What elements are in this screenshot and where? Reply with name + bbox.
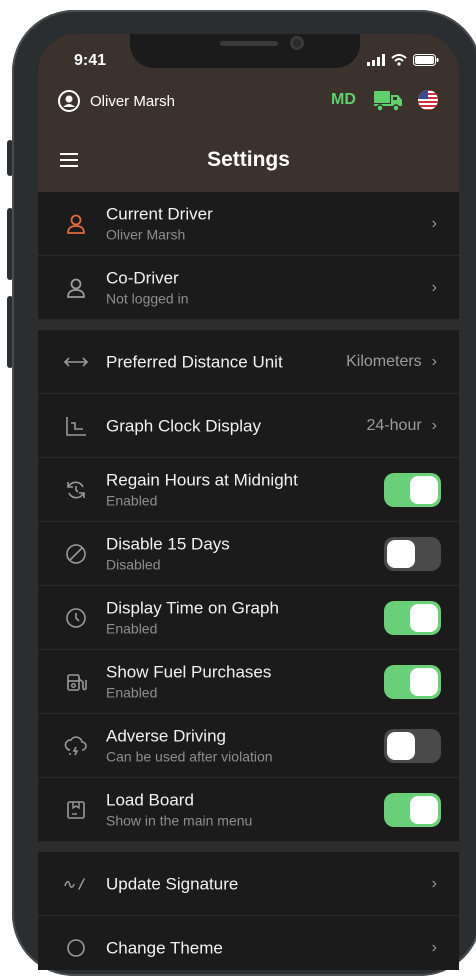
graph-clock-row[interactable]: Graph Clock Display 24-hour › xyxy=(38,394,459,458)
status-icons xyxy=(367,54,439,66)
co-driver-row[interactable]: Co-Driver Not logged in › xyxy=(38,256,459,320)
app-header: 9:41 Oliver Marsh MD Settings xyxy=(38,34,459,192)
row-value: 24-hour xyxy=(366,416,422,434)
row-subtitle: Disabled xyxy=(106,556,161,572)
fuel-icon xyxy=(67,673,87,691)
distance-arrows-icon xyxy=(64,356,88,367)
row-title: Current Driver xyxy=(106,204,213,223)
battery-icon xyxy=(413,54,439,66)
row-subtitle: Oliver Marsh xyxy=(106,226,186,242)
update-signature-row[interactable]: Update Signature › xyxy=(38,852,459,916)
row-subtitle: Enabled xyxy=(106,620,158,636)
settings-list: Current Driver Oliver Marsh › Co-Driver … xyxy=(38,192,459,970)
change-theme-row[interactable]: Change Theme › xyxy=(38,916,459,970)
app-screen: 9:41 Oliver Marsh MD Settings Current Dr… xyxy=(38,34,459,970)
disable-15-days-toggle[interactable] xyxy=(384,536,441,571)
status-time: 9:41 xyxy=(74,52,107,69)
person-icon xyxy=(67,214,85,234)
page-title: Settings xyxy=(207,148,290,171)
display-time-toggle[interactable] xyxy=(384,600,441,635)
front-camera xyxy=(290,36,304,50)
graph-icon xyxy=(66,416,86,436)
row-subtitle: Show in the main menu xyxy=(106,812,253,828)
distance-unit-row[interactable]: Preferred Distance Unit Kilometers › xyxy=(38,330,459,394)
adverse-driving-toggle[interactable] xyxy=(384,728,441,763)
regain-hours-row: Regain Hours at Midnight Enabled xyxy=(38,458,459,522)
notch xyxy=(130,34,360,68)
row-title: Load Board xyxy=(106,790,194,809)
current-driver-row[interactable]: Current Driver Oliver Marsh › xyxy=(38,192,459,256)
section-divider xyxy=(38,320,459,330)
speaker xyxy=(220,41,278,46)
row-title: Update Signature xyxy=(106,874,239,893)
load-board-row: Load Board Show in the main menu xyxy=(38,778,459,842)
signal-icon xyxy=(367,54,385,66)
row-subtitle: Enabled xyxy=(106,684,158,700)
row-value: Kilometers xyxy=(346,352,422,370)
storm-cloud-icon xyxy=(64,735,87,755)
adverse-driving-row: Adverse Driving Can be used after violat… xyxy=(38,714,459,778)
user-info[interactable]: Oliver Marsh xyxy=(58,90,175,112)
chevron-right-icon: › xyxy=(431,416,437,434)
theme-icon xyxy=(67,938,85,957)
load-board-toggle[interactable] xyxy=(384,792,441,827)
disable-15-days-row: Disable 15 Days Disabled xyxy=(38,522,459,586)
chevron-right-icon: › xyxy=(431,352,437,370)
chevron-right-icon: › xyxy=(431,214,437,232)
row-title: Adverse Driving xyxy=(106,726,226,745)
midnight-refresh-icon xyxy=(67,481,85,498)
row-title: Preferred Distance Unit xyxy=(106,352,283,371)
row-title: Show Fuel Purchases xyxy=(106,662,272,681)
row-subtitle: Enabled xyxy=(106,492,158,508)
no-symbol-icon xyxy=(66,543,86,564)
row-title: Display Time on Graph xyxy=(106,598,279,617)
person-outline-icon xyxy=(67,278,85,298)
user-name: Oliver Marsh xyxy=(90,92,176,110)
load-box-icon xyxy=(67,800,85,819)
regain-hours-toggle[interactable] xyxy=(384,472,441,507)
row-title: Graph Clock Display xyxy=(106,416,261,435)
section-divider xyxy=(38,842,459,852)
truck-icon[interactable] xyxy=(373,88,403,112)
chevron-right-icon: › xyxy=(431,874,437,892)
row-title: Regain Hours at Midnight xyxy=(106,470,298,489)
state-badge[interactable]: MD xyxy=(331,91,356,109)
wifi-icon xyxy=(391,54,407,66)
chevron-right-icon: › xyxy=(431,278,437,296)
user-avatar-icon xyxy=(58,90,80,112)
row-subtitle: Not logged in xyxy=(106,290,189,306)
row-title: Change Theme xyxy=(106,938,223,957)
row-title: Co-Driver xyxy=(106,268,179,287)
fuel-purchases-toggle[interactable] xyxy=(384,664,441,699)
row-subtitle: Can be used after violation xyxy=(106,748,273,764)
clock-icon xyxy=(66,607,86,628)
fuel-purchases-row: Show Fuel Purchases Enabled xyxy=(38,650,459,714)
signature-icon xyxy=(64,877,85,890)
chevron-right-icon: › xyxy=(431,938,437,956)
row-title: Disable 15 Days xyxy=(106,534,230,553)
us-flag-icon[interactable] xyxy=(417,89,439,111)
display-time-row: Display Time on Graph Enabled xyxy=(38,586,459,650)
